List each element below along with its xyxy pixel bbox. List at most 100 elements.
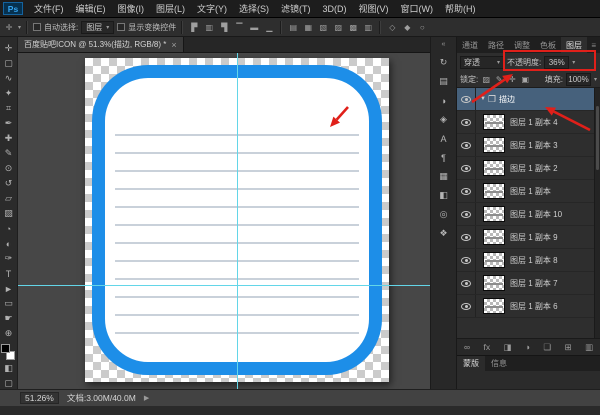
new-layer-icon[interactable]: ⊞ xyxy=(564,342,571,353)
foreground-color-swatch[interactable] xyxy=(1,344,10,353)
canvas-area[interactable] xyxy=(18,53,430,389)
zoom-level-field[interactable]: 51.26% xyxy=(20,392,59,404)
layer-row[interactable]: 图层 1 副本 8 xyxy=(457,249,600,272)
history-panel-icon[interactable]: ↻ xyxy=(435,56,452,69)
scrollbar-thumb[interactable] xyxy=(596,106,599,170)
visibility-toggle[interactable] xyxy=(457,180,476,202)
healing-brush-tool[interactable]: ✚ xyxy=(1,131,17,146)
new-group-icon[interactable]: ❏ xyxy=(543,342,551,353)
distribute-right-button[interactable]: ▥ xyxy=(362,21,374,34)
visibility-toggle[interactable] xyxy=(457,203,476,225)
magic-wand-tool[interactable]: ✦ xyxy=(1,86,17,101)
menu-help[interactable]: 帮助(H) xyxy=(439,0,482,18)
shape-tool[interactable]: ▭ xyxy=(1,296,17,311)
align-middle-button[interactable]: ▬ xyxy=(248,21,260,34)
menu-3d[interactable]: 3D(D) xyxy=(317,0,353,18)
swatches-panel-icon[interactable]: ▦ xyxy=(435,170,452,183)
group-expander-icon[interactable]: ▼ xyxy=(480,96,486,102)
distribute-center-button[interactable]: ▩ xyxy=(347,21,359,34)
fill-value-field[interactable]: 100% xyxy=(565,72,591,86)
visibility-toggle[interactable] xyxy=(457,272,476,294)
path-select-tool[interactable]: ► xyxy=(1,281,17,296)
visibility-toggle[interactable] xyxy=(457,249,476,271)
distribute-left-button[interactable]: ▨ xyxy=(332,21,344,34)
menu-window[interactable]: 窗口(W) xyxy=(395,0,440,18)
lasso-tool[interactable]: ∿ xyxy=(1,71,17,86)
3d-mode-button[interactable]: ◆ xyxy=(401,21,413,34)
tab-info[interactable]: 信息 xyxy=(485,356,513,371)
layer-row[interactable]: 图层 1 副本 7 xyxy=(457,272,600,295)
pen-tool[interactable]: ✑ xyxy=(1,251,17,266)
auto-select-checkbox[interactable] xyxy=(33,23,42,31)
type-tool[interactable]: T xyxy=(1,266,17,281)
align-top-button[interactable]: ▔ xyxy=(233,21,245,34)
hand-tool[interactable]: ☛ xyxy=(1,311,17,326)
menu-type[interactable]: 文字(Y) xyxy=(191,0,233,18)
align-right-button[interactable]: ▜ xyxy=(218,21,230,34)
delete-layer-icon[interactable]: ▥ xyxy=(585,342,593,353)
distribute-bottom-button[interactable]: ▧ xyxy=(317,21,329,34)
quick-mask-button[interactable]: ◧ xyxy=(1,361,17,376)
visibility-toggle[interactable] xyxy=(457,134,476,156)
visibility-toggle[interactable] xyxy=(457,111,476,133)
tab-layers[interactable]: 图层 xyxy=(561,37,587,53)
adjustments-panel-icon[interactable]: ◑ xyxy=(435,94,452,107)
gradient-tool[interactable]: ▨ xyxy=(1,206,17,221)
layers-scrollbar[interactable] xyxy=(594,88,600,338)
visibility-toggle[interactable] xyxy=(457,226,476,248)
menu-file[interactable]: 文件(F) xyxy=(28,0,70,18)
navigator-panel-icon[interactable]: ❖ xyxy=(435,227,452,240)
move-tool[interactable]: ✛ xyxy=(1,41,17,56)
close-icon[interactable]: × xyxy=(171,40,176,50)
crop-tool[interactable]: ⌗ xyxy=(1,101,17,116)
auto-select-target-dropdown[interactable]: 图层 ▾ xyxy=(81,20,115,34)
distribute-top-button[interactable]: ▤ xyxy=(287,21,299,34)
lock-position-icon[interactable]: ✛ xyxy=(507,75,517,84)
tab-paths[interactable]: 路径 xyxy=(483,37,509,53)
paragraph-panel-icon[interactable]: ¶ xyxy=(435,151,452,164)
distribute-middle-button[interactable]: ▦ xyxy=(302,21,314,34)
fill-caret-icon[interactable]: ▾ xyxy=(594,76,597,83)
document-tab[interactable]: 百度贴吧ICON @ 51.3%(描边, RGB/8) * × xyxy=(18,37,184,52)
tab-masks[interactable]: 蒙版 xyxy=(457,356,485,371)
adjustment-layer-icon[interactable]: ◑ xyxy=(525,342,530,352)
layer-row[interactable]: 图层 1 副本 9 xyxy=(457,226,600,249)
expand-panels-icon[interactable]: « xyxy=(442,39,446,50)
menu-select[interactable]: 选择(S) xyxy=(233,0,275,18)
menu-filter[interactable]: 滤镜(T) xyxy=(275,0,317,18)
tab-channels[interactable]: 通道 xyxy=(457,37,483,53)
zoom-tool[interactable]: ⊕ xyxy=(1,326,17,341)
show-transform-checkbox[interactable] xyxy=(117,23,126,31)
align-bottom-button[interactable]: ▁ xyxy=(263,21,275,34)
3d-mode-button[interactable]: ○ xyxy=(416,21,428,34)
add-mask-icon[interactable]: ◨ xyxy=(503,342,511,353)
link-layers-icon[interactable]: ∞ xyxy=(464,342,470,352)
properties-panel-icon[interactable]: ▤ xyxy=(435,75,452,88)
blur-tool[interactable]: ◔ xyxy=(1,221,17,236)
layer-row[interactable]: 图层 1 副本 3 xyxy=(457,134,600,157)
info-panel-icon[interactable]: ◎ xyxy=(435,208,452,221)
layer-row[interactable]: 图层 1 副本 6 xyxy=(457,295,600,318)
lock-all-icon[interactable]: ▣ xyxy=(520,75,530,84)
panel-menu-icon[interactable]: ≡ xyxy=(587,37,600,53)
history-brush-tool[interactable]: ↺ xyxy=(1,176,17,191)
styles-panel-icon[interactable]: ◈ xyxy=(435,113,452,126)
blend-mode-dropdown[interactable]: 穿透 ▾ xyxy=(460,55,504,69)
visibility-toggle[interactable] xyxy=(457,88,476,110)
lock-pixels-icon[interactable]: ✎ xyxy=(494,75,504,84)
eyedropper-tool[interactable]: ✒ xyxy=(1,116,17,131)
layer-row[interactable]: 图层 1 副本 xyxy=(457,180,600,203)
brush-tool[interactable]: ✎ xyxy=(1,146,17,161)
color-panel-icon[interactable]: ◧ xyxy=(435,189,452,202)
clone-stamp-tool[interactable]: ⊙ xyxy=(1,161,17,176)
menu-image[interactable]: 图像(I) xyxy=(112,0,151,18)
opacity-caret-icon[interactable]: ▾ xyxy=(572,59,575,66)
3d-mode-button[interactable]: ◇ xyxy=(386,21,398,34)
status-options-icon[interactable]: ▶ xyxy=(144,394,149,402)
layer-row[interactable]: 图层 1 副本 10 xyxy=(457,203,600,226)
visibility-toggle[interactable] xyxy=(457,295,476,317)
tool-preset-icon[interactable]: ✛ xyxy=(3,21,15,34)
layer-effects-icon[interactable]: fx xyxy=(483,342,490,352)
tab-adjustments[interactable]: 调整 xyxy=(509,37,535,53)
align-center-button[interactable]: ▥ xyxy=(203,21,215,34)
